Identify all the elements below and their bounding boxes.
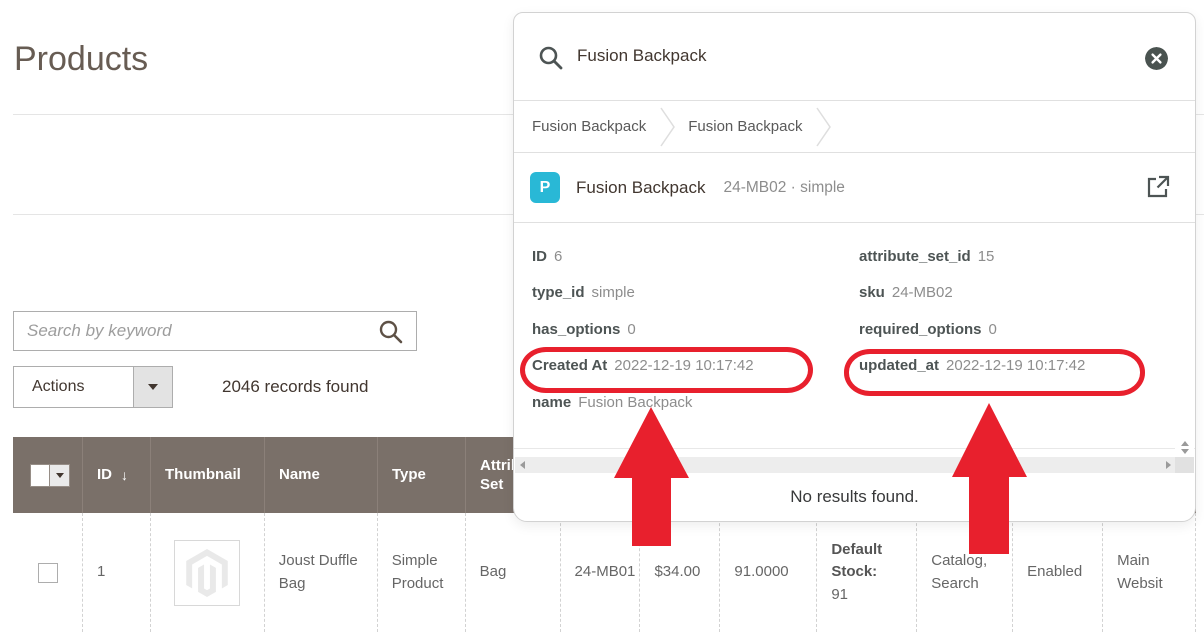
overlay-search-input[interactable] (577, 14, 1017, 98)
cell-sku: 24-MB01 (560, 513, 640, 632)
actions-label: Actions (14, 367, 133, 407)
result-subtitle: 24-MB02 · simple (723, 179, 844, 197)
attribute-row: ID6 (532, 248, 859, 265)
attribute-row: attribute_set_id15 (859, 248, 1195, 265)
col-header-type[interactable]: Type (377, 437, 465, 513)
cell-salable-quantity: Default Stock: 91 (816, 513, 916, 632)
row-checkbox[interactable] (38, 563, 58, 583)
close-icon[interactable] (1145, 47, 1168, 70)
select-all-checkbox[interactable] (30, 464, 50, 487)
cell-type: Simple Product (377, 513, 465, 632)
page-title: Products (14, 40, 148, 79)
chevron-down-icon (148, 384, 158, 390)
cell-visibility: Catalog, Search (916, 513, 1012, 632)
no-results-message: No results found. (514, 471, 1195, 523)
search-result-item[interactable]: P Fusion Backpack 24-MB02 · simple (514, 153, 1195, 223)
chevron-down-icon (56, 473, 64, 478)
vertical-scrollbar[interactable] (1175, 437, 1194, 457)
col-header-name[interactable]: Name (264, 437, 377, 513)
thumbnail-box (174, 540, 240, 606)
result-attributes: ID6 attribute_set_id15 type_idsimple sku… (514, 223, 1195, 449)
search-icon[interactable] (378, 319, 404, 345)
keyword-search-box (13, 311, 417, 351)
cell-price: $34.00 (639, 513, 719, 632)
attribute-row-updated-at: updated_at2022-12-19 10:17:42 (859, 357, 1195, 374)
records-count: 2046 records found (222, 377, 369, 397)
select-all-dropdown[interactable] (50, 464, 70, 487)
overlay-search-bar (514, 13, 1195, 101)
breadcrumb-item[interactable]: Fusion Backpack (688, 118, 802, 135)
cell-thumbnail (150, 513, 264, 632)
table-row: 1 Joust Duffle Bag Simple Product Bag 24… (13, 513, 1196, 632)
keyword-search-input[interactable] (14, 312, 416, 350)
cell-name: Joust Duffle Bag (264, 513, 377, 632)
scroll-left-icon[interactable] (520, 461, 525, 469)
search-icon (538, 45, 564, 71)
breadcrumb: Fusion Backpack Fusion Backpack (514, 101, 1195, 153)
col-header-thumbnail[interactable]: Thumbnail (150, 437, 264, 513)
select-all-control[interactable] (30, 464, 70, 487)
attribute-row: sku24-MB02 (859, 284, 1195, 301)
magento-placeholder-icon (186, 549, 228, 597)
cell-quantity: 91.0000 (719, 513, 816, 632)
products-admin-page: Products Actions 2046 records found ID ↓… (0, 0, 1204, 632)
cell-attribute-set: Bag (465, 513, 560, 632)
result-title: Fusion Backpack (576, 178, 705, 198)
cell-id: 1 (82, 513, 150, 632)
attribute-row: required_options0 (859, 321, 1195, 338)
chevron-right-icon (816, 105, 832, 149)
breadcrumb-item[interactable]: Fusion Backpack (532, 118, 646, 135)
attribute-row: type_idsimple (532, 284, 859, 301)
col-header-select (13, 437, 82, 513)
col-header-id[interactable]: ID ↓ (82, 437, 150, 513)
cell-websites: Main Websit (1102, 513, 1195, 632)
attribute-row: has_options0 (532, 321, 859, 338)
attribute-row-created-at: Created At2022-12-19 10:17:42 (532, 357, 859, 374)
external-link-icon[interactable] (1145, 174, 1171, 200)
attribute-row: nameFusion Backpack (532, 394, 859, 411)
product-badge: P (530, 172, 560, 203)
actions-dropdown[interactable]: Actions (13, 366, 173, 408)
sort-desc-icon: ↓ (121, 466, 128, 484)
cell-status: Enabled (1012, 513, 1102, 632)
scroll-up-icon[interactable] (1181, 441, 1189, 446)
chevron-right-icon (660, 105, 676, 149)
cell-select (13, 513, 82, 632)
scroll-right-icon[interactable] (1166, 461, 1171, 469)
scroll-down-icon[interactable] (1181, 449, 1189, 454)
global-search-overlay: Fusion Backpack Fusion Backpack P Fusion… (513, 12, 1196, 522)
actions-arrow-button[interactable] (133, 367, 172, 407)
